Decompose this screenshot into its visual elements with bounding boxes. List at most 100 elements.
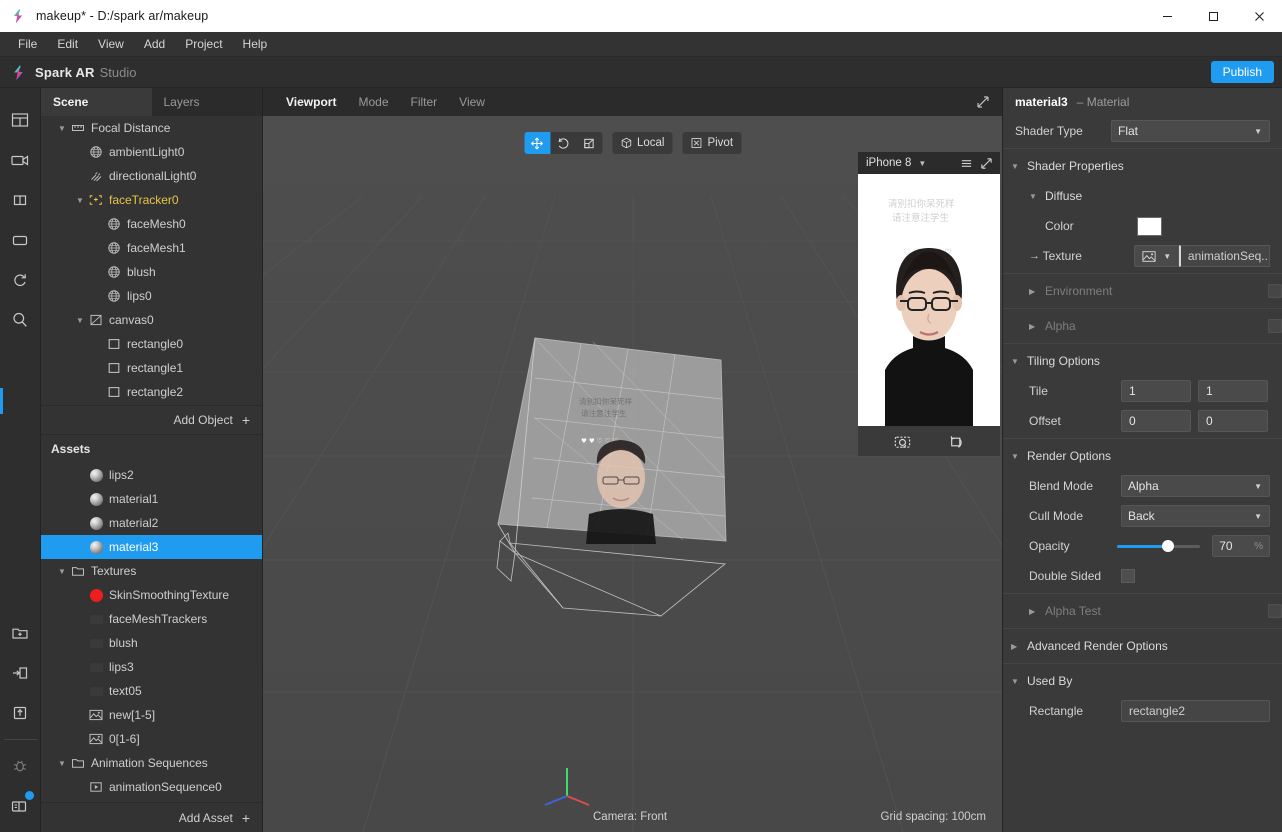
close-button[interactable]: [1236, 0, 1282, 32]
environment-section[interactable]: ▶ Environment: [1003, 276, 1282, 306]
menu-filter[interactable]: Filter: [400, 92, 449, 112]
asset-item-textures[interactable]: ▼ Textures: [41, 559, 262, 583]
asset-item-material2[interactable]: material2: [41, 511, 262, 535]
shader-type-select[interactable]: Flat ▼: [1111, 120, 1270, 142]
add-asset-button[interactable]: Add Asset +: [41, 802, 262, 832]
reset-recording-icon[interactable]: [945, 430, 967, 452]
menu-viewport[interactable]: Viewport: [275, 92, 347, 112]
alpha-test-checkbox[interactable]: [1268, 604, 1282, 618]
refresh-icon[interactable]: [0, 260, 41, 300]
caret-down-icon[interactable]: ▼: [55, 759, 69, 768]
cull-mode-select[interactable]: Back ▼: [1121, 505, 1270, 527]
docs-icon[interactable]: [0, 786, 41, 826]
asset-item-material3[interactable]: material3: [41, 535, 262, 559]
alpha-test-section[interactable]: ▶ Alpha Test: [1003, 596, 1282, 626]
local-space-button[interactable]: Local: [611, 132, 673, 154]
menu-edit[interactable]: Edit: [47, 34, 88, 54]
caret-down-icon[interactable]: ▼: [73, 316, 87, 325]
maximize-button[interactable]: [1190, 0, 1236, 32]
expand-viewport-icon[interactable]: [974, 93, 992, 111]
asset-item-new-1-5-[interactable]: new[1-5]: [41, 703, 262, 727]
publish-button[interactable]: Publish: [1210, 61, 1274, 83]
offset-y-input[interactable]: 0: [1198, 410, 1268, 432]
preview-menu-icon[interactable]: [958, 155, 974, 171]
rotate-tool-button[interactable]: [550, 132, 576, 154]
slider-knob[interactable]: [1162, 540, 1175, 552]
viewport-3d[interactable]: 清别扣你呆死样 请注意注学生 ♥ ♥ ♡ ♡ ♡ Local Pivot iPh…: [263, 116, 1002, 832]
scene-tree-item-focal-distance[interactable]: ▼ Focal Distance: [41, 116, 262, 140]
used-by-section[interactable]: ▼ Used By: [1003, 666, 1282, 696]
environment-checkbox[interactable]: [1268, 284, 1282, 298]
menu-view[interactable]: View: [448, 92, 496, 112]
scene-tree-item-facemesh1[interactable]: faceMesh1: [41, 236, 262, 260]
tile-x-input[interactable]: 1: [1121, 380, 1191, 402]
rectangle-icon[interactable]: [0, 220, 41, 260]
asset-item-skinsmoothingtexture[interactable]: SkinSmoothingTexture: [41, 583, 262, 607]
menu-help[interactable]: Help: [233, 34, 278, 54]
menu-mode[interactable]: Mode: [347, 92, 399, 112]
scene-tree-item-blush[interactable]: blush: [41, 260, 262, 284]
menu-file[interactable]: File: [8, 34, 47, 54]
asset-item-material1[interactable]: material1: [41, 487, 262, 511]
diffuse-color-swatch[interactable]: [1137, 216, 1162, 236]
caret-down-icon[interactable]: ▼: [55, 124, 69, 133]
advanced-render-options-section[interactable]: ▶ Advanced Render Options: [1003, 631, 1282, 661]
asset-item-blush[interactable]: blush: [41, 631, 262, 655]
pause-icon[interactable]: [0, 180, 41, 220]
add-folder-icon[interactable]: [0, 613, 41, 653]
layout-icon[interactable]: [0, 100, 41, 140]
asset-item-0-1-6-[interactable]: 0[1-6]: [41, 727, 262, 751]
minimize-button[interactable]: [1144, 0, 1190, 32]
upload-icon[interactable]: [0, 693, 41, 733]
offset-x-input[interactable]: 0: [1121, 410, 1191, 432]
tiling-options-section[interactable]: ▼ Tiling Options: [1003, 346, 1282, 376]
caret-down-icon[interactable]: ▼: [73, 196, 87, 205]
asset-item-facemeshtrackers[interactable]: faceMeshTrackers: [41, 607, 262, 631]
scene-tree-item-facetracker0[interactable]: ▼ faceTracker0: [41, 188, 262, 212]
opacity-input[interactable]: 70 %: [1212, 535, 1270, 557]
scene-tree-item-canvas0[interactable]: ▼ canvas0: [41, 308, 262, 332]
asset-item-animationsequence0[interactable]: animationSequence0: [41, 775, 262, 799]
opacity-slider[interactable]: [1116, 535, 1201, 557]
tab-layers[interactable]: Layers: [152, 88, 263, 116]
preview-expand-icon[interactable]: [978, 155, 994, 171]
asset-item-lips3[interactable]: lips3: [41, 655, 262, 679]
asset-item-animation-sequences[interactable]: ▼ Animation Sequences: [41, 751, 262, 775]
asset-item-text05[interactable]: text05: [41, 679, 262, 703]
import-icon[interactable]: [0, 653, 41, 693]
alpha-section[interactable]: ▶ Alpha: [1003, 311, 1282, 341]
scene-tree-item-rectangle2[interactable]: rectangle2: [41, 380, 262, 404]
camera-icon[interactable]: [0, 140, 41, 180]
scale-tool-button[interactable]: [576, 132, 602, 154]
shader-properties-section[interactable]: ▼ Shader Properties: [1003, 151, 1282, 181]
preview-device-selector[interactable]: iPhone 8: [866, 157, 911, 169]
camera-switch-icon[interactable]: [892, 430, 914, 452]
menu-view[interactable]: View: [88, 34, 134, 54]
render-options-section[interactable]: ▼ Render Options: [1003, 441, 1282, 471]
pivot-button[interactable]: Pivot: [682, 132, 742, 154]
scene-tree-item-ambientlight0[interactable]: ambientLight0: [41, 140, 262, 164]
add-object-button[interactable]: Add Object +: [41, 405, 262, 435]
scene-tree-item-facemesh0[interactable]: faceMesh0: [41, 212, 262, 236]
double-sided-checkbox[interactable]: [1121, 569, 1135, 583]
preview-screen[interactable]: 清别扣你呆死样 请注意注学生 ♥ ♥ ♡ ♡ ♡: [858, 174, 1000, 426]
scene-tree-item-rectangle0[interactable]: rectangle0: [41, 332, 262, 356]
chevron-down-icon[interactable]: ▼: [918, 159, 926, 168]
menu-project[interactable]: Project: [175, 34, 232, 54]
tab-scene[interactable]: Scene: [41, 88, 152, 116]
blend-mode-select[interactable]: Alpha ▼: [1121, 475, 1270, 497]
texture-value-field[interactable]: animationSeq...: [1178, 245, 1270, 267]
texture-picker-button[interactable]: ▼: [1133, 245, 1179, 267]
asset-item-lips2[interactable]: lips2: [41, 463, 262, 487]
rectangle-value-field[interactable]: rectangle2: [1121, 700, 1270, 722]
bug-icon[interactable]: [0, 746, 41, 786]
alpha-checkbox[interactable]: [1268, 319, 1282, 333]
caret-down-icon[interactable]: ▼: [55, 567, 69, 576]
tile-y-input[interactable]: 1: [1198, 380, 1268, 402]
move-tool-button[interactable]: [523, 132, 550, 154]
scene-tree-item-lips0[interactable]: lips0: [41, 284, 262, 308]
scene-tree-item-directionallight0[interactable]: directionalLight0: [41, 164, 262, 188]
scene-tree-item-rectangle1[interactable]: rectangle1: [41, 356, 262, 380]
menu-add[interactable]: Add: [134, 34, 175, 54]
search-icon[interactable]: [0, 300, 41, 340]
